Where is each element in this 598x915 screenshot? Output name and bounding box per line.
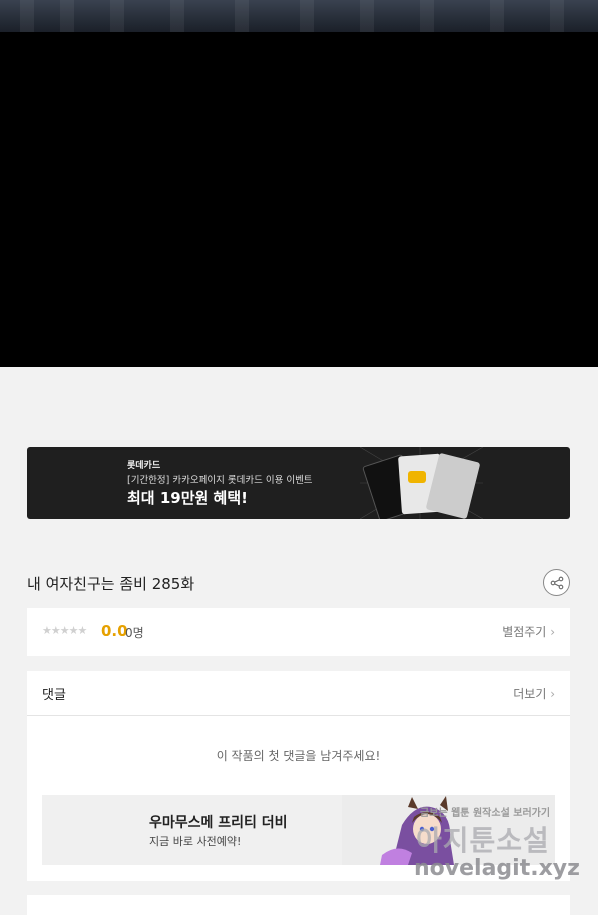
comment-header: 댓글 더보기 › — [27, 671, 570, 716]
ad-title: 우마무스메 프리티 더비 — [149, 815, 288, 831]
lotte-card-banner[interactable]: 롯데카드 [기간한정] 카카오페이지 롯데카드 이용 이벤트 최대 19만원 혜… — [27, 447, 570, 519]
episode-title-row: 내 여자친구는 좀비 285화 — [27, 566, 570, 598]
rate-button-label: 별점주기 — [502, 625, 547, 639]
rating-count: 0명 — [125, 626, 144, 640]
rate-button[interactable]: 별점주기 › — [502, 623, 555, 640]
ad-subtitle: 지금 바로 사전예약! — [149, 835, 242, 848]
chevron-right-icon: › — [550, 687, 555, 701]
comic-panel-black — [0, 32, 598, 367]
banner-brand: 롯데카드 — [127, 461, 161, 471]
banner-headline: 최대 19만원 혜택! — [127, 489, 248, 507]
more-label: 더보기 — [513, 687, 547, 701]
game-ad-banner[interactable]: 우마무스메 프리티 더비 지금 바로 사전예약! — [42, 795, 555, 865]
star-rating-icons: ★★★★★ — [42, 624, 87, 637]
rating-score: 0.0 — [101, 622, 128, 640]
share-button[interactable] — [543, 569, 570, 596]
comments-more-button[interactable]: 더보기 › — [513, 685, 555, 702]
chevron-right-icon: › — [550, 625, 555, 639]
comment-title: 댓글 — [42, 688, 66, 703]
card-illustration — [359, 447, 484, 519]
ad-character-illustration — [342, 795, 555, 865]
empty-comment-message: 이 작품의 첫 댓글을 남겨주세요! — [216, 749, 381, 763]
episode-title: 내 여자친구는 좀비 285화 — [27, 575, 195, 593]
comment-section: 댓글 더보기 › 이 작품의 첫 댓글을 남겨주세요! 우마무스메 프리티 더비… — [27, 671, 570, 881]
comic-panel-top — [0, 0, 598, 32]
next-section — [27, 895, 570, 915]
rating-bar: ★★★★★ 0.0 0명 별점주기 › — [27, 608, 570, 656]
banner-subtitle: [기간한정] 카카오페이지 롯데카드 이용 이벤트 — [127, 475, 313, 486]
share-icon — [550, 576, 563, 589]
